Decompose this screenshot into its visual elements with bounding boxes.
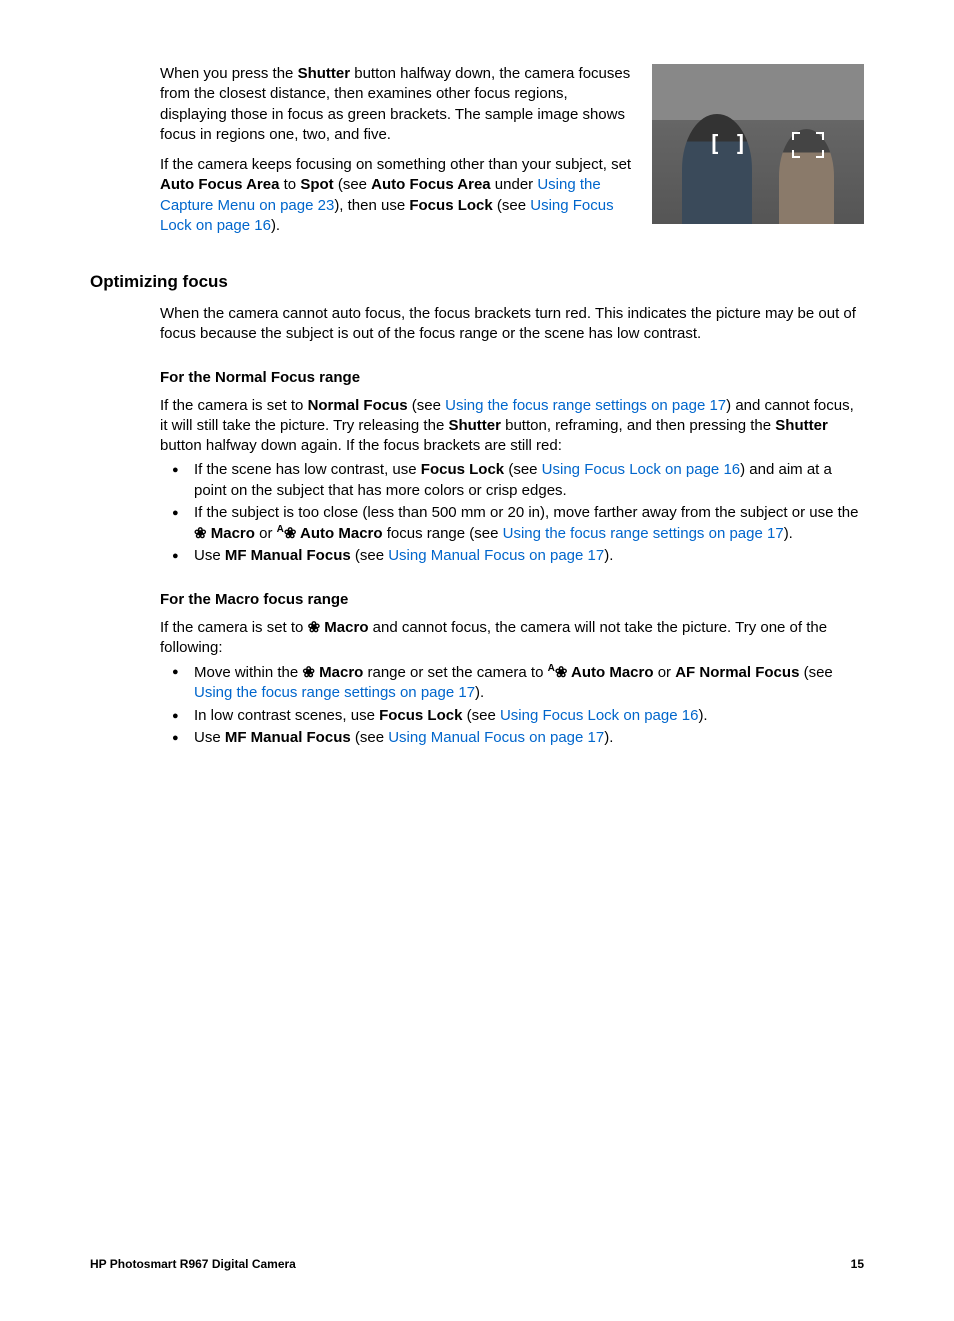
- macro-icon: ❀: [284, 525, 297, 542]
- person-silhouette: [682, 114, 752, 224]
- heading-macro-focus-range: For the Macro focus range: [160, 591, 864, 608]
- heading-normal-focus-range: For the Normal Focus range: [160, 369, 864, 386]
- link-focus-range-page[interactable]: on page 17: [396, 684, 475, 701]
- list-item: Use MF Manual Focus (see Using Manual Fo…: [160, 728, 864, 748]
- paragraph-autofocus: If the camera keeps focusing on somethin…: [160, 155, 634, 236]
- heading-optimizing-focus: Optimizing focus: [90, 272, 864, 292]
- list-item: In low contrast scenes, use Focus Lock (…: [160, 706, 864, 726]
- link-focus-lock-page[interactable]: on page 16: [192, 217, 271, 234]
- list-item: Use MF Manual Focus (see Using Manual Fo…: [160, 546, 864, 566]
- link-manual-focus[interactable]: Using Manual Focus: [388, 729, 525, 746]
- macro-icon: ❀: [555, 664, 568, 681]
- link-manual-focus-page[interactable]: on page 17: [525, 729, 604, 746]
- intro-text: When you press the Shutter button halfwa…: [160, 64, 634, 246]
- link-focus-range-page[interactable]: on page 17: [704, 525, 783, 542]
- af-icon: AF: [675, 664, 695, 681]
- paragraph-shutter: When you press the Shutter button halfwa…: [160, 64, 634, 145]
- list-item: If the subject is too close (less than 5…: [160, 503, 864, 545]
- manual-focus-icon: MF: [225, 729, 247, 746]
- auto-macro-prefix-icon: A: [277, 524, 284, 535]
- focus-bracket-box: [792, 132, 824, 158]
- list-item: If the scene has low contrast, use Focus…: [160, 460, 864, 501]
- focus-bracket-left: [: [708, 132, 721, 157]
- focus-bracket-right: ]: [734, 132, 747, 157]
- paragraph-macro-focus: If the camera is set to ❀ Macro and cann…: [160, 618, 864, 659]
- link-manual-focus-page[interactable]: on page 17: [525, 547, 604, 564]
- link-focus-range-settings[interactable]: Using the focus range settings: [194, 684, 396, 701]
- link-focus-range-page[interactable]: on page 17: [647, 397, 726, 414]
- macro-icon: ❀: [308, 619, 321, 636]
- list-item: Move within the ❀ Macro range or set the…: [160, 662, 864, 704]
- sample-image: [ ]: [652, 64, 864, 224]
- footer-product-name: HP Photosmart R967 Digital Camera: [90, 1257, 296, 1271]
- link-focus-range-settings[interactable]: Using the focus range settings: [445, 397, 647, 414]
- list-normal-focus: If the scene has low contrast, use Focus…: [160, 460, 864, 566]
- link-manual-focus[interactable]: Using Manual Focus: [388, 547, 525, 564]
- link-focus-lock-page[interactable]: on page 16: [619, 707, 698, 724]
- macro-icon: ❀: [194, 525, 207, 542]
- link-focus-range-settings[interactable]: Using the focus range settings: [503, 525, 705, 542]
- macro-icon: ❀: [302, 664, 315, 681]
- link-focus-lock-page[interactable]: on page 16: [661, 461, 740, 478]
- footer-page-number: 15: [851, 1257, 864, 1271]
- list-macro-focus: Move within the ❀ Macro range or set the…: [160, 662, 864, 748]
- paragraph-optimizing: When the camera cannot auto focus, the f…: [160, 304, 864, 345]
- link-capture-menu-page[interactable]: on page 23: [255, 197, 334, 214]
- paragraph-normal-focus: If the camera is set to Normal Focus (se…: [160, 396, 864, 457]
- link-focus-lock[interactable]: Using Focus Lock: [500, 707, 619, 724]
- auto-macro-prefix-icon: A: [548, 663, 555, 674]
- manual-focus-icon: MF: [225, 547, 247, 564]
- link-focus-lock[interactable]: Using Focus Lock: [542, 461, 661, 478]
